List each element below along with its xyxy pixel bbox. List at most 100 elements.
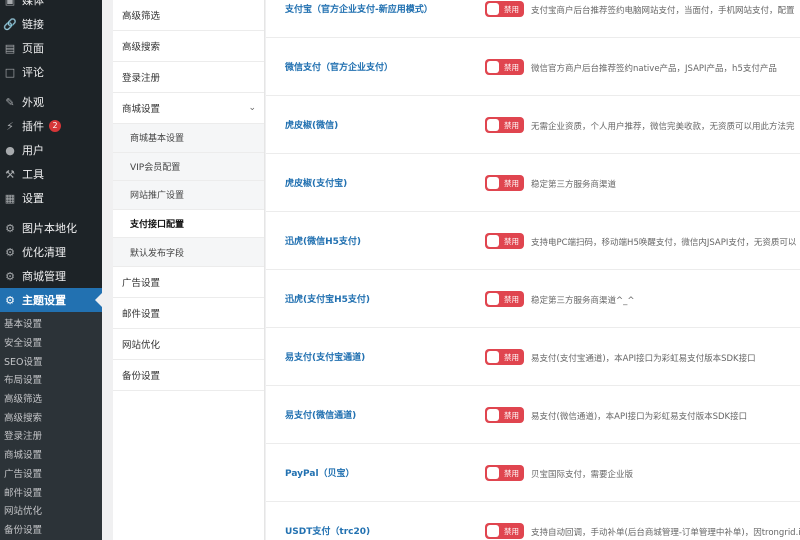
toggle-label: 禁用	[504, 410, 519, 420]
payment-method-title: 支付宝（官方企业支付-新应用模式）	[285, 5, 433, 15]
toggle-knob	[487, 351, 499, 363]
payment-method-description: 易支付(支付宝通道)，本API接口为彩虹易支付版本SDK接口	[531, 354, 756, 364]
toggle-knob	[487, 61, 499, 73]
payment-enable-toggle[interactable]: 禁用	[485, 349, 524, 365]
payment-method-title: PayPal（贝宝）	[285, 469, 355, 479]
settings-nav-item[interactable]: 登录注册	[113, 62, 264, 93]
toggle-knob	[487, 235, 499, 247]
payment-enable-toggle[interactable]: 禁用	[485, 233, 524, 249]
toggle-label: 禁用	[504, 178, 519, 188]
payment-method-description: 无需企业资质，个人用户推荐，微信完美收款，无资质可以用此方法完	[531, 122, 795, 132]
link-icon: 🔗	[3, 17, 17, 31]
settings-nav-item[interactable]: 备份设置	[113, 360, 264, 391]
wp-submenu-item[interactable]: 广告设置	[0, 464, 102, 483]
wp-menu-item[interactable]: ✎ 外观	[0, 90, 102, 114]
settings-nav-child[interactable]: 默认发布字段	[113, 238, 264, 267]
toggle-label: 禁用	[504, 294, 519, 304]
payment-method-title: 迅虎(支付宝H5支付)	[285, 295, 371, 305]
payment-method-title: USDT支付（trc20)	[285, 527, 371, 537]
wp-menu-item-label: 页面	[22, 42, 44, 55]
settings-nav-item[interactable]: 广告设置	[113, 267, 264, 298]
toggle-label: 禁用	[504, 468, 519, 478]
toggle-label: 禁用	[504, 236, 519, 246]
wp-menu-item-label: 主题设置	[22, 294, 66, 307]
settings-nav: 高级筛选 高级搜索 登录注册 商城设置 ⌄ 商城基本设置 VIP会员配置 网站推广设置支…	[113, 0, 265, 540]
wp-submenu-item[interactable]: 高级搜索	[0, 407, 102, 426]
settings-nav-child[interactable]: 商城基本设置	[113, 124, 264, 153]
wp-submenu-item[interactable]: 高级筛选	[0, 389, 102, 408]
settings-nav-child[interactable]: VIP会员配置	[113, 152, 264, 182]
wp-submenu-item[interactable]: 备份设置	[0, 520, 102, 539]
wp-menu-item[interactable]: ▣ 媒体	[0, 0, 102, 12]
wp-submenu-item[interactable]: 布局设置	[0, 370, 102, 389]
payment-enable-toggle[interactable]: 禁用	[485, 523, 524, 539]
wp-submenu-item[interactable]: 商城设置	[0, 445, 102, 464]
wp-menu-item[interactable]: ▦ 设置	[0, 186, 102, 210]
wp-admin-menu: ▣ 媒体 🔗 链接 ▤ 页面 □ 评论 ✎ 外观 ⚡ 插件 2 ● 用户 ⚒ 工具 ▦ 设置 ⚙ 图片本地化 ⚙ 优化清理 ⚙…	[0, 0, 102, 312]
wp-menu-item[interactable]: □ 评论	[0, 60, 102, 84]
payment-enable-toggle[interactable]: 禁用	[485, 465, 524, 481]
toggle-label: 禁用	[504, 62, 519, 72]
update-count-badge: 2	[49, 120, 61, 132]
payment-method-title: 虎皮椒(微信)	[285, 121, 339, 131]
settings-nav-child[interactable]: 网站推广设置	[113, 181, 264, 210]
payment-method-description: 稳定第三方服务商渠道	[531, 180, 617, 190]
payment-enable-toggle[interactable]: 禁用	[485, 407, 524, 423]
wp-menu-item-label: 商城管理	[22, 270, 66, 283]
wp-menu-item-label: 用户	[22, 144, 44, 157]
payment-enable-toggle[interactable]: 禁用	[485, 175, 524, 191]
wp-menu-item[interactable]: ⚒ 工具	[0, 162, 102, 186]
appearance-icon: ✎	[5, 95, 15, 109]
wp-menu-item-label: 设置	[22, 192, 44, 205]
wp-menu-item[interactable]: ⚙ 主题设置	[0, 288, 102, 312]
wp-menu-item-label: 外观	[22, 96, 44, 109]
wp-menu-item-label: 插件	[22, 120, 44, 133]
wp-menu-item[interactable]: ⚙ 图片本地化	[0, 216, 102, 240]
payment-method-title: 易支付(微信通道)	[285, 411, 357, 421]
comment-icon: □	[4, 65, 16, 79]
payment-enable-toggle[interactable]: 禁用	[485, 117, 524, 133]
wp-menu-item-label: 工具	[22, 168, 44, 181]
wp-submenu-item[interactable]: 邮件设置	[0, 482, 102, 501]
tool-icon: ⚒	[5, 167, 15, 181]
wp-submenu-item[interactable]: SEO设置	[0, 351, 102, 370]
toggle-knob	[487, 119, 499, 131]
wp-menu-item[interactable]: ⚡ 插件 2	[0, 114, 102, 138]
payment-method-title: 易支付(支付宝通道)	[285, 353, 366, 363]
settings-nav-group-shop[interactable]: 商城设置 ⌄	[113, 93, 264, 124]
toggle-knob	[487, 409, 499, 421]
toggle-knob	[487, 467, 499, 479]
payment-enable-toggle[interactable]: 禁用	[485, 291, 524, 307]
settings-nav-child-active[interactable]: 支付接口配置	[113, 209, 264, 239]
wp-submenu-item[interactable]: 基本设置	[0, 314, 102, 333]
wp-submenu-item[interactable]: 登录注册	[0, 426, 102, 445]
wp-menu-item[interactable]: ⚙ 商城管理	[0, 264, 102, 288]
settings-nav-item[interactable]: 高级筛选	[113, 0, 264, 31]
wp-menu-item-label: 优化清理	[22, 246, 66, 259]
wp-menu-item[interactable]: 🔗 链接	[0, 12, 102, 36]
payment-method-description: 微信官方商户后台推荐签约native产品，JSAPI产品，h5支付产品	[531, 64, 777, 74]
wp-menu-item[interactable]: ⚙ 优化清理	[0, 240, 102, 264]
payment-enable-toggle[interactable]: 禁用	[485, 1, 524, 17]
wp-menu-item[interactable]: ● 用户	[0, 138, 102, 162]
screen: ▣ 媒体 🔗 链接 ▤ 页面 □ 评论 ✎ 外观 ⚡ 插件 2 ● 用户 ⚒ 工具 ▦ 设置 ⚙ 图片本地化 ⚙ 优化清理 ⚙…	[0, 0, 800, 540]
settings-nav-top: 高级筛选 高级搜索 登录注册	[113, 0, 264, 93]
wp-submenu-item[interactable]: 网站优化	[0, 501, 102, 520]
toggle-knob	[487, 525, 499, 537]
user-icon: ●	[5, 143, 15, 157]
wp-menu-item[interactable]: ▤ 页面	[0, 36, 102, 60]
wp-menu-item-label: 媒体	[22, 0, 44, 7]
wp-menu-item-label: 评论	[22, 66, 44, 79]
settings-nav-item[interactable]: 网站优化	[113, 329, 264, 360]
payment-method-title: 迅虎(微信H5支付)	[285, 237, 362, 247]
toggle-knob	[487, 177, 499, 189]
settings-nav-item[interactable]: 高级搜索	[113, 31, 264, 62]
wp-submenu-item[interactable]: 安全设置	[0, 333, 102, 352]
settings-nav-item[interactable]: 邮件设置	[113, 298, 264, 329]
payment-method-description: 支持自动回调，手动补单(后台商城管理-订单管理中补单)，因trongrid.i	[531, 528, 800, 538]
payment-method-description: 支持电PC端扫码，移动端H5唤醒支付，微信内JSAPI支付，无资质可以	[531, 238, 797, 248]
toggle-label: 禁用	[504, 526, 519, 536]
payment-enable-toggle[interactable]: 禁用	[485, 59, 524, 75]
payment-method-title: 虎皮椒(支付宝)	[285, 179, 348, 189]
payment-method-description: 支付宝商户后台推荐签约电脑网站支付，当面付，手机网站支付，配置	[531, 6, 795, 16]
